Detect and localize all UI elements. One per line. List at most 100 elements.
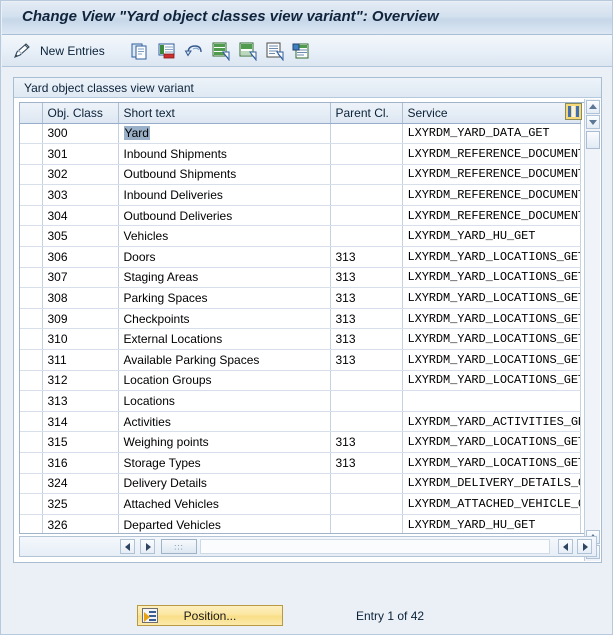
table-row[interactable]: 313 Locations: [20, 390, 581, 412]
table-row[interactable]: 301 Inbound Shipments LXYRDM_REFERENCE_DOC…: [20, 143, 581, 165]
scroll-left-arrow-secondary[interactable]: [558, 539, 573, 554]
cell-obj-class[interactable]: 324: [42, 473, 119, 495]
row-selector-cell[interactable]: [20, 143, 43, 165]
undo-icon[interactable]: [184, 39, 204, 63]
cell-service[interactable]: LXYRDM_REFERENCE_DOCUMENTS_: [402, 164, 581, 186]
cell-short-text[interactable]: Checkpoints: [118, 308, 331, 330]
cell-parent-cl[interactable]: 313: [330, 246, 403, 268]
cell-service[interactable]: LXYRDM_DELIVERY_DETAILS_GET: [402, 473, 581, 495]
cell-parent-cl[interactable]: 313: [330, 287, 403, 309]
horizontal-scroll-track[interactable]: [200, 539, 550, 554]
cell-obj-class[interactable]: 325: [42, 493, 119, 515]
scroll-up-arrow[interactable]: [586, 100, 600, 114]
cell-obj-class[interactable]: 314: [42, 411, 119, 433]
cell-short-text[interactable]: Departed Vehicles: [118, 514, 331, 533]
row-selector-cell[interactable]: [20, 164, 43, 186]
cell-parent-cl[interactable]: [330, 473, 403, 495]
cell-obj-class[interactable]: 308: [42, 287, 119, 309]
row-selector-cell[interactable]: [20, 287, 43, 309]
cell-obj-class[interactable]: 300: [42, 123, 119, 145]
cell-service[interactable]: LXYRDM_YARD_DATA_GET: [402, 123, 581, 145]
select-all-icon[interactable]: [211, 39, 231, 63]
row-selector-cell[interactable]: [20, 225, 43, 248]
row-selector-cell[interactable]: [20, 493, 43, 515]
cell-service[interactable]: LXYRDM_YARD_LOCATIONS_GET: [402, 349, 581, 371]
vertical-scrollbar[interactable]: [584, 99, 600, 561]
table-row[interactable]: 316 Storage Types 313 LXYRDM_YARD_LOCATIONS…: [20, 452, 581, 474]
row-selector-cell[interactable]: [20, 123, 43, 145]
row-selector-cell[interactable]: [20, 514, 43, 533]
cell-parent-cl[interactable]: [330, 411, 403, 433]
cell-parent-cl[interactable]: [330, 123, 403, 145]
scroll-left-arrow[interactable]: [120, 539, 135, 554]
cell-parent-cl[interactable]: [330, 205, 403, 227]
cell-obj-class[interactable]: 326: [42, 514, 119, 533]
cell-short-text[interactable]: Doors: [118, 246, 331, 268]
cell-parent-cl[interactable]: 313: [330, 431, 403, 453]
row-selector-cell[interactable]: [20, 431, 43, 453]
table-row[interactable]: 307 Staging Areas 313 LXYRDM_YARD_LOCATIONS…: [20, 267, 581, 289]
cell-short-text[interactable]: Inbound Shipments: [118, 143, 331, 165]
row-selector-cell[interactable]: [20, 390, 43, 412]
row-selector-cell[interactable]: [20, 411, 43, 433]
cell-service[interactable]: LXYRDM_YARD_HU_GET: [402, 514, 581, 533]
cell-short-text[interactable]: Activities: [118, 411, 331, 433]
table-row[interactable]: 308 Parking Spaces 313 LXYRDM_YARD_LOCATION…: [20, 287, 581, 309]
cell-obj-class[interactable]: 305: [42, 225, 119, 248]
cell-service[interactable]: LXYRDM_REFERENCE_DOCUMENTS_: [402, 143, 581, 165]
variant-icon[interactable]: [292, 39, 312, 63]
cell-service[interactable]: LXYRDM_YARD_LOCATIONS_GET: [402, 308, 581, 330]
cell-obj-class[interactable]: 310: [42, 328, 119, 351]
row-selector-cell[interactable]: [20, 370, 43, 392]
cell-service[interactable]: LXYRDM_YARD_HU_GET: [402, 225, 581, 248]
table-row[interactable]: 304 Outbound Deliveries LXYRDM_REFERENCE_D…: [20, 205, 581, 227]
cell-short-text[interactable]: Location Groups: [118, 370, 331, 392]
deselect-all-icon[interactable]: [238, 39, 258, 63]
cell-short-text[interactable]: External Locations: [118, 328, 331, 351]
cell-obj-class[interactable]: 301: [42, 143, 119, 165]
cell-parent-cl[interactable]: 313: [330, 328, 403, 351]
table-row[interactable]: 305 Vehicles LXYRDM_YARD_HU_GET: [20, 225, 581, 248]
cell-service[interactable]: LXYRDM_YARD_LOCATIONS_GET: [402, 267, 581, 289]
cell-short-text[interactable]: Attached Vehicles: [118, 493, 331, 515]
cell-obj-class[interactable]: 306: [42, 246, 119, 268]
cell-service[interactable]: LXYRDM_YARD_ACTIVITIES_GET: [402, 411, 581, 433]
cell-obj-class[interactable]: 316: [42, 452, 119, 474]
cell-short-text[interactable]: Weighing points: [118, 431, 331, 453]
cell-obj-class[interactable]: 309: [42, 308, 119, 330]
cell-obj-class[interactable]: 307: [42, 267, 119, 289]
cell-parent-cl[interactable]: [330, 184, 403, 206]
cell-parent-cl[interactable]: 313: [330, 267, 403, 289]
position-button[interactable]: Position...: [137, 605, 283, 626]
table-row[interactable]: 300 Yard LXYRDM_YARD_DATA_GET: [20, 123, 581, 145]
column-header-selector[interactable]: [20, 103, 43, 124]
scroll-right-arrow[interactable]: [140, 539, 155, 554]
row-selector-cell[interactable]: [20, 246, 43, 268]
row-selector-cell[interactable]: [20, 349, 43, 371]
cell-obj-class[interactable]: 312: [42, 370, 119, 392]
cell-service[interactable]: LXYRDM_REFERENCE_DOCUMENTS_: [402, 205, 581, 227]
cell-short-text[interactable]: Outbound Shipments: [118, 164, 331, 186]
cell-service[interactable]: LXYRDM_YARD_LOCATIONS_GET: [402, 431, 581, 453]
cell-obj-class[interactable]: 311: [42, 349, 119, 371]
row-selector-cell[interactable]: [20, 184, 43, 206]
scroll-down-arrow[interactable]: [586, 115, 600, 129]
scrollbar-thumb[interactable]: [586, 131, 600, 149]
table-row[interactable]: 325 Attached Vehicles LXYRDM_ATTACHED_VEHI…: [20, 493, 581, 515]
cell-parent-cl[interactable]: [330, 493, 403, 515]
pencil-icon[interactable]: [12, 39, 32, 63]
cell-obj-class[interactable]: 304: [42, 205, 119, 227]
column-header-obj-class[interactable]: Obj. Class: [42, 103, 119, 124]
cell-short-text[interactable]: Inbound Deliveries: [118, 184, 331, 206]
column-header-service[interactable]: Service: [402, 103, 581, 124]
table-row[interactable]: 314 Activities LXYRDM_YARD_ACTIVITIES_GET: [20, 411, 581, 433]
row-selector-cell[interactable]: [20, 205, 43, 227]
cell-service[interactable]: LXYRDM_YARD_LOCATIONS_GET: [402, 287, 581, 309]
delete-row-icon[interactable]: [157, 39, 177, 63]
new-entries-button[interactable]: New Entries: [40, 39, 105, 63]
table-row[interactable]: 303 Inbound Deliveries LXYRDM_REFERENCE_DO…: [20, 184, 581, 206]
row-selector-cell[interactable]: [20, 267, 43, 289]
column-header-short-text[interactable]: Short text: [118, 103, 331, 124]
column-header-parent-cl[interactable]: Parent Cl.: [330, 103, 403, 124]
cell-service[interactable]: LXYRDM_YARD_LOCATIONS_GET: [402, 370, 581, 392]
